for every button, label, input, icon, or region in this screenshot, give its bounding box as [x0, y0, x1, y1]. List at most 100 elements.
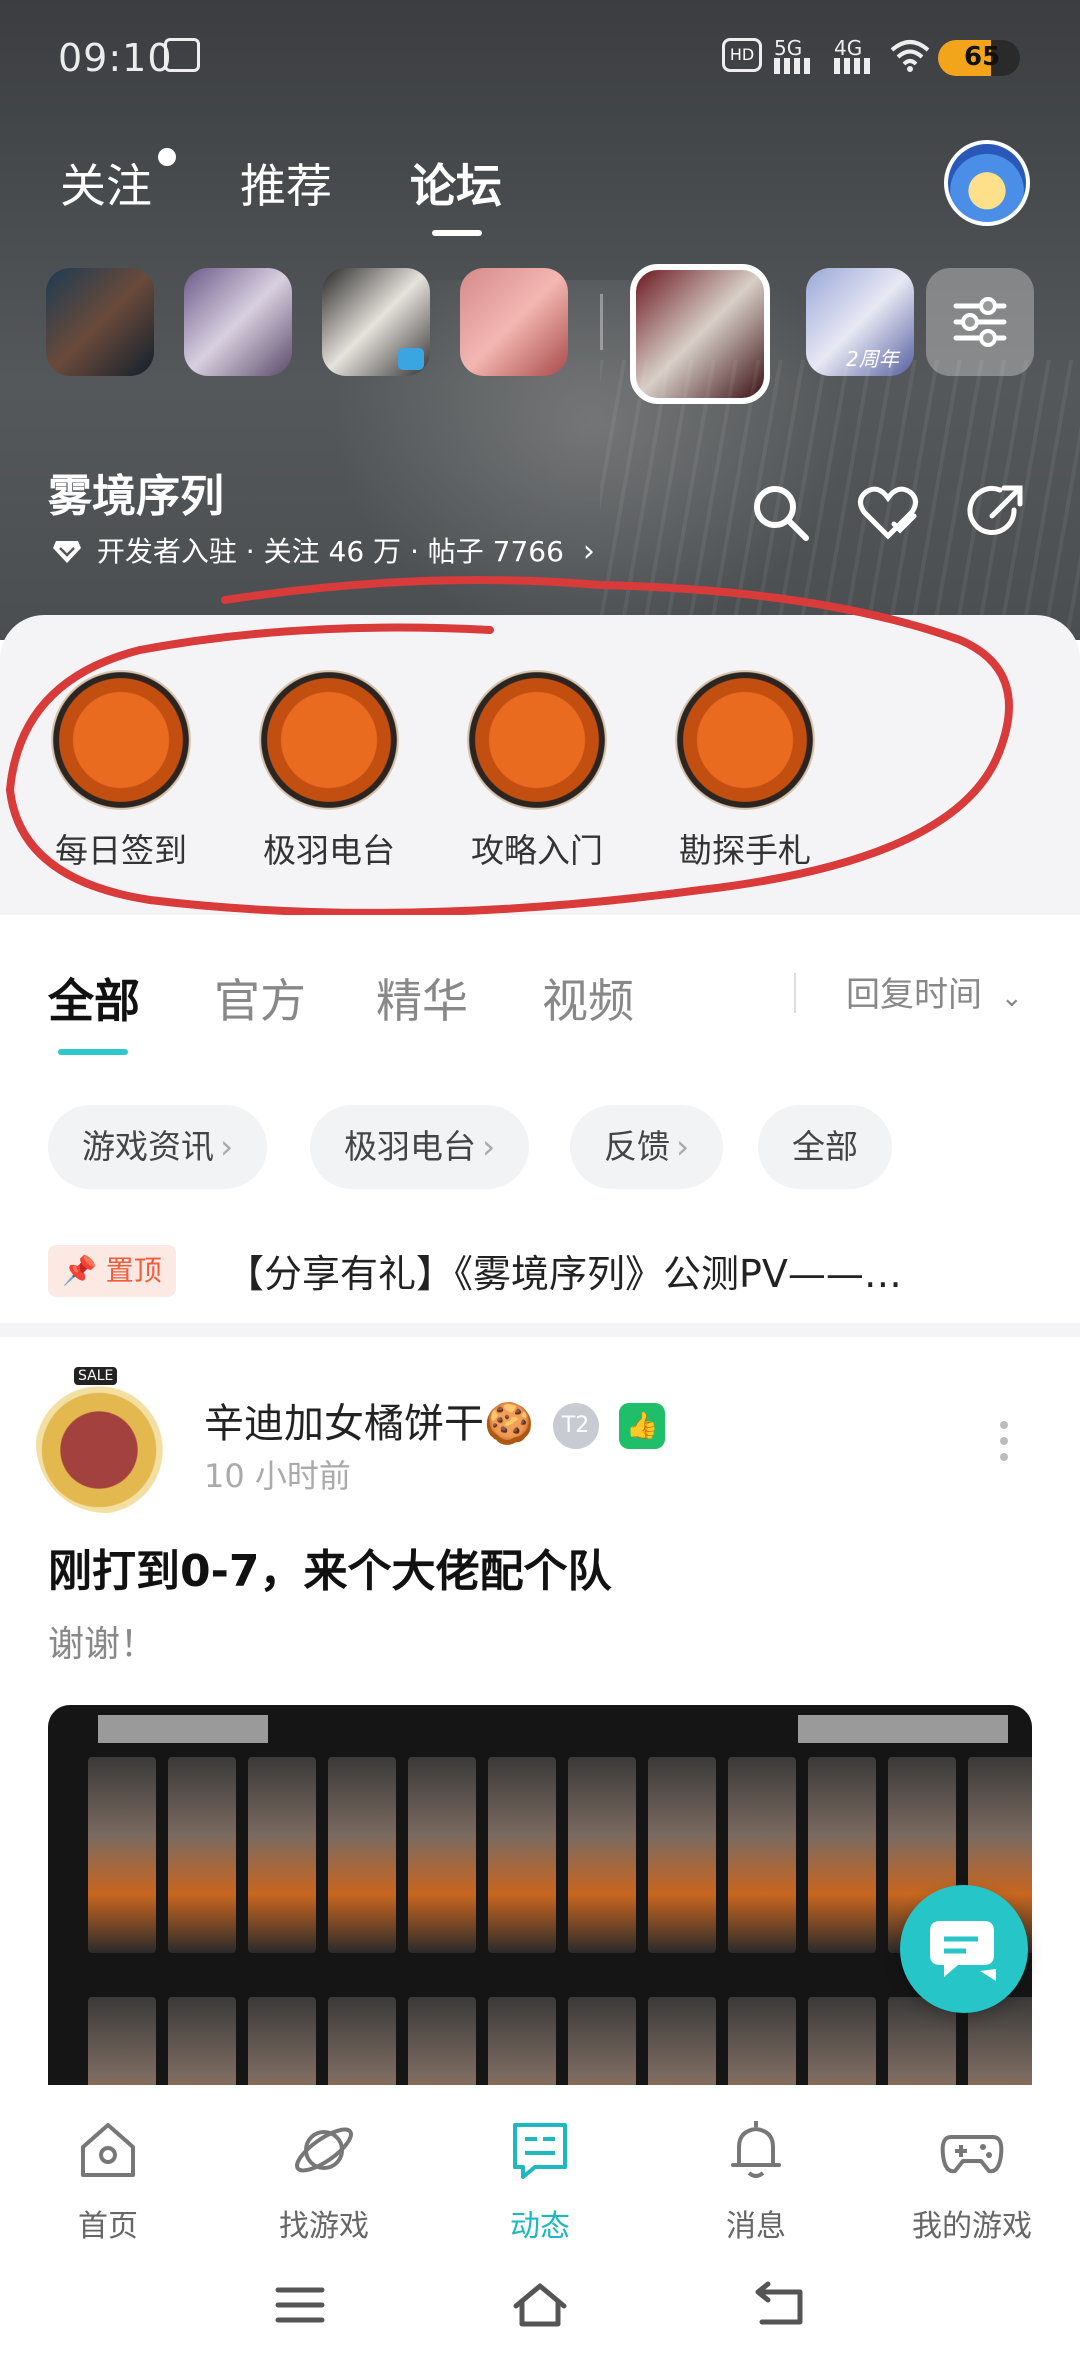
search-icon[interactable]: [748, 480, 812, 544]
quick-action-guide[interactable]: 攻略入门: [462, 670, 612, 872]
game-icon-1[interactable]: [46, 268, 154, 376]
character-card: [728, 1757, 796, 1953]
tab-forum[interactable]: 论坛: [410, 150, 502, 216]
post-author-name-text: 辛迪加女橘饼干🍪: [204, 1401, 534, 1447]
screen-record-icon: [164, 38, 200, 72]
quick-action-label: 每日签到: [55, 831, 187, 870]
user-avatar[interactable]: [944, 140, 1030, 226]
feed-tab-featured[interactable]: 精华: [376, 965, 468, 1031]
pinned-badge-label: 置顶: [105, 1254, 162, 1287]
game-icon-4[interactable]: [460, 268, 568, 376]
character-card: [488, 1997, 556, 2085]
post-time: 10 小时前: [204, 1457, 351, 1495]
nav-label: 动态: [510, 2209, 570, 2244]
home-icon: [81, 2123, 135, 2177]
chip-radio[interactable]: 极羽电台 ›: [310, 1105, 530, 1189]
pin-icon: 📌: [62, 1254, 97, 1287]
feed-tab-underline: [58, 1049, 128, 1055]
game-name: 雾境序列: [48, 471, 224, 522]
new-post-fab[interactable]: [900, 1885, 1028, 2013]
planet-icon: [295, 2127, 353, 2173]
network-label-5g: 5G: [774, 36, 803, 60]
quick-action-checkin[interactable]: 每日签到: [46, 670, 196, 872]
post-author-avatar[interactable]: SALE: [36, 1367, 176, 1513]
tab-underline: [432, 230, 482, 236]
chip-label: 反馈: [604, 1127, 670, 1166]
tab-recommend[interactable]: 推荐: [240, 150, 332, 216]
sort-separator: [794, 973, 796, 1013]
chip-label: 游戏资讯: [82, 1127, 214, 1166]
post-image[interactable]: [48, 1705, 1032, 2085]
character-card: [168, 1997, 236, 2085]
character-card: [248, 1757, 316, 1953]
post-title[interactable]: 刚打到0-7，来个大佬配个队: [48, 1535, 612, 1599]
chevron-right-icon: ›: [676, 1127, 690, 1166]
more-options-icon[interactable]: [1000, 1421, 1010, 1461]
radio-icon: [259, 670, 399, 810]
hd-icon: HD: [722, 38, 762, 72]
network-label-4g: 4G: [834, 36, 863, 60]
game-icon-selected[interactable]: [630, 264, 770, 404]
game-meta[interactable]: 开发者入驻 · 关注 46 万 · 帖子 7766 ›: [52, 530, 595, 570]
unread-dot: [158, 148, 176, 166]
character-card: [808, 1757, 876, 1953]
menu-icon[interactable]: [270, 2280, 330, 2330]
game-separator: [600, 294, 603, 350]
game-icon-2[interactable]: [184, 268, 292, 376]
battery-percent: 65: [964, 42, 1001, 72]
game-filter-button[interactable]: [926, 268, 1034, 376]
nav-home[interactable]: 首页: [18, 2115, 198, 2245]
character-card: [248, 1997, 316, 2085]
signal-icon-1: [774, 58, 820, 74]
status-bar: 09:10 HD 5G 4G 65: [0, 0, 1080, 115]
feed-tab-official[interactable]: 官方: [214, 965, 306, 1031]
nav-find-games[interactable]: 找游戏: [234, 2115, 414, 2245]
character-card: [88, 1757, 156, 1953]
pinned-post-title[interactable]: 【分享有礼】《雾境序列》公测PV——…: [226, 1243, 1006, 1298]
image-toolbar-right: [798, 1715, 1008, 1743]
back-icon[interactable]: [750, 2280, 810, 2330]
tab-follow[interactable]: 关注: [60, 150, 152, 216]
avatar-sale-badge: SALE: [74, 1367, 118, 1385]
chip-feedback[interactable]: 反馈 ›: [570, 1105, 724, 1189]
game-icon-6[interactable]: 2周年: [806, 268, 914, 376]
heart-follow-icon[interactable]: [856, 480, 920, 544]
quick-action-radio[interactable]: 极羽电台: [254, 670, 404, 872]
signal-icon-2: [834, 58, 880, 74]
battery-indicator: 65: [938, 40, 1020, 76]
character-card: [728, 1997, 796, 2085]
post-body: 谢谢！: [48, 1624, 157, 1665]
quick-action-notebook[interactable]: 勘探手札: [670, 670, 820, 872]
share-icon[interactable]: [964, 480, 1028, 544]
diamond-icon: [53, 541, 81, 563]
nav-my-games[interactable]: 我的游戏: [882, 2115, 1062, 2245]
game-switcher: 2周年: [46, 264, 1046, 408]
character-card: [328, 1997, 396, 2085]
game-icon-3[interactable]: [322, 268, 430, 376]
image-toolbar-left: [98, 1715, 268, 1743]
nav-messages[interactable]: 消息: [666, 2115, 846, 2245]
chevron-right-icon: ›: [582, 534, 595, 569]
character-card: [168, 1757, 236, 1953]
sort-dropdown[interactable]: 回复时间 ⌄: [846, 967, 1023, 1016]
chevron-down-icon: ⌄: [1000, 983, 1023, 1013]
chevron-right-icon: ›: [220, 1127, 234, 1166]
chip-all[interactable]: 全部: [758, 1105, 892, 1189]
post-author-name[interactable]: 辛迪加女橘饼干🍪 T2 👍: [204, 1391, 666, 1449]
chip-game-news[interactable]: 游戏资讯 ›: [48, 1105, 268, 1189]
status-time: 09:10: [58, 36, 173, 80]
character-card: [568, 1757, 636, 1953]
character-card: [408, 1997, 476, 2085]
nav-label: 首页: [78, 2209, 138, 2244]
feed-tab-all[interactable]: 全部: [48, 965, 140, 1031]
feed-icon: [513, 2123, 567, 2179]
feed-tab-video[interactable]: 视频: [542, 965, 634, 1031]
character-card: [568, 1997, 636, 2085]
chat-bubble-icon: [930, 1921, 996, 1981]
sort-label: 回复时间: [846, 975, 982, 1015]
system-home-icon[interactable]: [510, 2280, 570, 2330]
nav-feed[interactable]: 动态: [450, 2115, 630, 2245]
character-card: [808, 1997, 876, 2085]
character-card: [648, 1757, 716, 1953]
map-compass-icon: [467, 670, 607, 810]
